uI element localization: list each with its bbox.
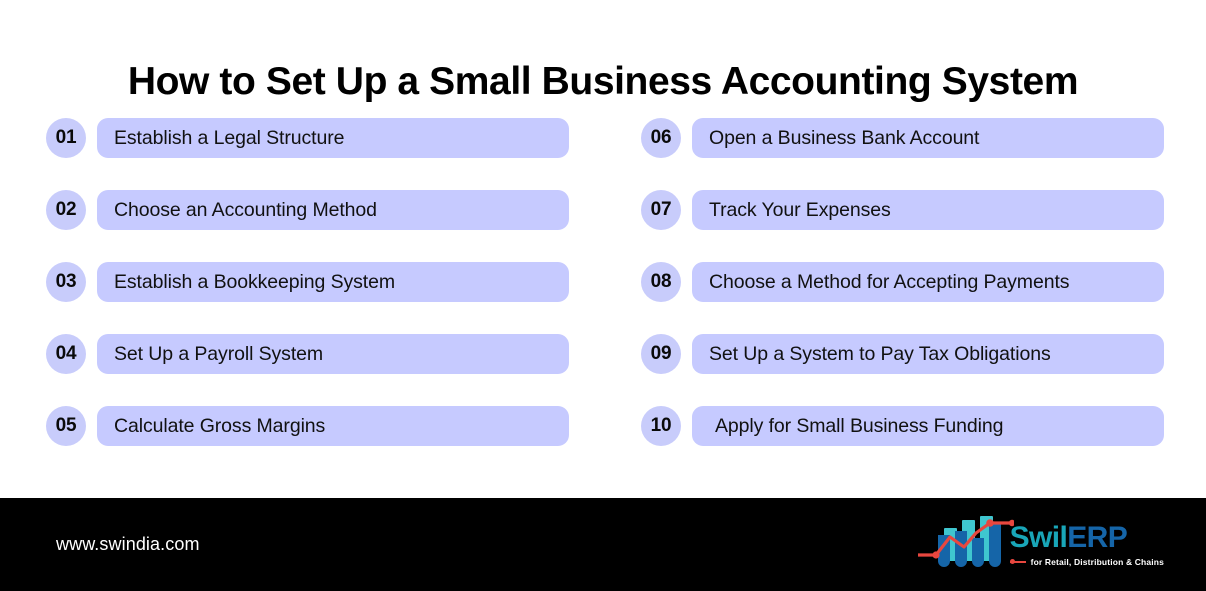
step-number-badge: 02: [46, 190, 86, 230]
footer-bar: www.swindia.com SwilERP for Retail, Dist…: [0, 498, 1206, 591]
step-label-pill: Calculate Gross Margins: [97, 406, 569, 446]
step-number-badge: 08: [641, 262, 681, 302]
logo-tagline: for Retail, Distribution & Chains: [1030, 556, 1164, 567]
step-number-badge: 09: [641, 334, 681, 374]
step-row[interactable]: 07 Track Your Expenses: [641, 190, 1164, 230]
step-row[interactable]: 08 Choose a Method for Accepting Payment…: [641, 262, 1164, 302]
step-row[interactable]: 03 Establish a Bookkeeping System: [46, 262, 569, 302]
step-number-badge: 01: [46, 118, 86, 158]
step-row[interactable]: 06 Open a Business Bank Account: [641, 118, 1164, 158]
logo-tagline-row: for Retail, Distribution & Chains: [1009, 556, 1164, 567]
step-number-badge: 06: [641, 118, 681, 158]
logo-wordmark-swil: Swil: [1009, 520, 1068, 554]
step-label-pill: Apply for Small Business Funding: [692, 406, 1164, 446]
bar-chart-growth-icon: [915, 511, 1016, 578]
step-number-badge: 04: [46, 334, 86, 374]
step-label-pill: Establish a Bookkeeping System: [97, 262, 569, 302]
step-label-pill: Set Up a System to Pay Tax Obligations: [692, 334, 1164, 374]
page-title: How to Set Up a Small Business Accountin…: [127, 60, 1079, 104]
step-number-badge: 03: [46, 262, 86, 302]
step-label-pill: Track Your Expenses: [692, 190, 1164, 230]
step-number-badge: 05: [46, 406, 86, 446]
step-row[interactable]: 01 Establish a Legal Structure: [46, 118, 569, 158]
tagline-rule-icon: [1009, 559, 1026, 564]
logo-wordmark: SwilERP: [1009, 520, 1128, 554]
step-label-pill: Set Up a Payroll System: [97, 334, 569, 374]
infographic-canvas: How to Set Up a Small Business Accountin…: [0, 0, 1206, 591]
swilerp-logo[interactable]: SwilERP for Retail, Distribution & Chain…: [915, 511, 1164, 578]
step-row[interactable]: 02 Choose an Accounting Method: [46, 190, 569, 230]
step-label-pill: Choose a Method for Accepting Payments: [692, 262, 1164, 302]
step-row[interactable]: 10 Apply for Small Business Funding: [641, 406, 1164, 446]
step-label-pill: Open a Business Bank Account: [692, 118, 1164, 158]
step-row[interactable]: 04 Set Up a Payroll System: [46, 334, 569, 374]
steps-column-right: 06 Open a Business Bank Account 07 Track…: [641, 118, 1164, 446]
steps-grid: 01 Establish a Legal Structure 02 Choose…: [46, 118, 1164, 446]
step-number-badge: 07: [641, 190, 681, 230]
step-number-badge: 10: [641, 406, 681, 446]
logo-wordmark-erp: ERP: [1067, 520, 1128, 554]
logo-text-block: SwilERP for Retail, Distribution & Chain…: [1009, 520, 1164, 567]
step-label-pill: Establish a Legal Structure: [97, 118, 569, 158]
step-row[interactable]: 05 Calculate Gross Margins: [46, 406, 569, 446]
website-url[interactable]: www.swindia.com: [56, 534, 200, 555]
steps-column-left: 01 Establish a Legal Structure 02 Choose…: [46, 118, 569, 446]
step-row[interactable]: 09 Set Up a System to Pay Tax Obligation…: [641, 334, 1164, 374]
step-label-pill: Choose an Accounting Method: [97, 190, 569, 230]
